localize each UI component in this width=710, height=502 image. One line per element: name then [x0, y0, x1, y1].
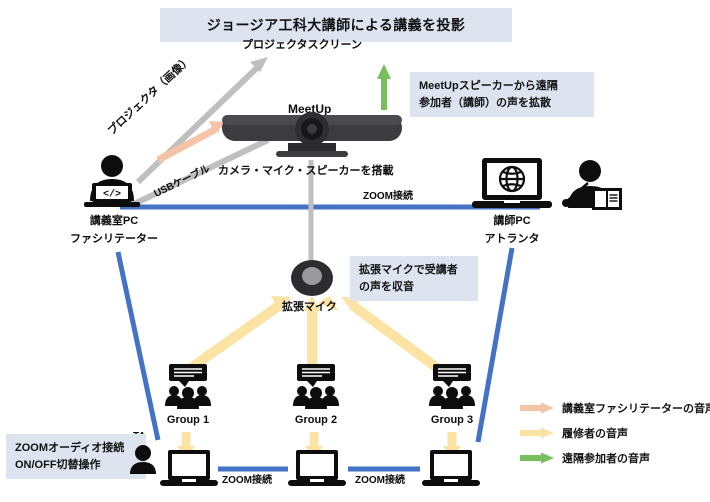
mic-callout: 拡張マイクで受講者 の声を収音 [350, 256, 478, 301]
classroom-facilitator-icon: </> [84, 155, 140, 207]
group-1-label: Group 1 [166, 414, 210, 426]
group-1-icon [165, 364, 211, 409]
zoom-line-facilitator-ta [115, 251, 161, 441]
group-2-label: Group 2 [294, 414, 338, 426]
legend-label-remote: 遠隔参加者の音声 [562, 453, 650, 465]
group-2-icon [293, 364, 339, 409]
legend-item-remote: 遠隔参加者の音声 [520, 450, 710, 466]
projector-screen-label: プロジェクタスクリーン [242, 39, 363, 51]
legend-item-facilitator: 講義室ファシリテーターの音声 [520, 400, 710, 416]
zoom-link-1-label: ZOOM接続 [222, 475, 272, 486]
group-3-icon [429, 364, 475, 409]
group3-laptop-icon [422, 450, 480, 486]
legend-label-facilitator: 講義室ファシリテーターの音声 [562, 403, 710, 415]
legend-item-students: 履修者の音声 [520, 425, 710, 441]
instructor-person-icon [562, 160, 622, 210]
remote-audio-arrow [377, 64, 391, 110]
zoom-line-instructor-group3 [475, 247, 515, 443]
legend-arrow-students-icon [520, 427, 554, 439]
legend-label-students: 履修者の音声 [562, 428, 628, 440]
ta-person-icon [130, 445, 156, 474]
zoom-audio-callout: ZOOMオーディオ接続 ON/OFF切替操作 [6, 434, 146, 479]
meetup-device-icon [222, 112, 402, 157]
svg-text:</>: </> [103, 189, 121, 201]
group1-audio-arrow [185, 296, 291, 375]
speaker-callout: MeetUpスピーカーから遠隔 参加者（講師）の声を拡散 [410, 72, 594, 117]
group3-audio-arrow [341, 297, 443, 375]
instructor-pc-label-line1: 講師PC [493, 215, 531, 227]
classroom-pc-label-line1: 講義室PC [89, 215, 139, 227]
zoom-main-label: ZOOM接続 [363, 191, 413, 202]
group-3-label: Group 3 [430, 414, 474, 426]
diagram-canvas: ジョージア工科大講師による講義を投影 プロジェクタスクリーン プロジェクタ（画像… [0, 0, 710, 502]
legend: 講義室ファシリテーターの音声 履修者の音声 遠隔参加者の音声 [520, 400, 710, 475]
zoom-link-2-label: ZOOM接続 [355, 475, 405, 486]
legend-arrow-remote-icon [520, 452, 554, 464]
group2-laptop-icon [288, 450, 346, 486]
meetup-caption: カメラ・マイク・スピーカーを搭載 [218, 165, 394, 177]
legend-arrow-facilitator-icon [520, 402, 554, 414]
extension-mic-icon [291, 260, 333, 296]
classroom-pc-label-line2: ファシリテーター [70, 233, 158, 245]
extension-mic-label: 拡張マイク [282, 301, 337, 313]
instructor-laptop-icon [472, 158, 552, 208]
instructor-pc-label-line2: アトランタ [484, 233, 540, 245]
ta-laptop-icon [160, 450, 218, 486]
